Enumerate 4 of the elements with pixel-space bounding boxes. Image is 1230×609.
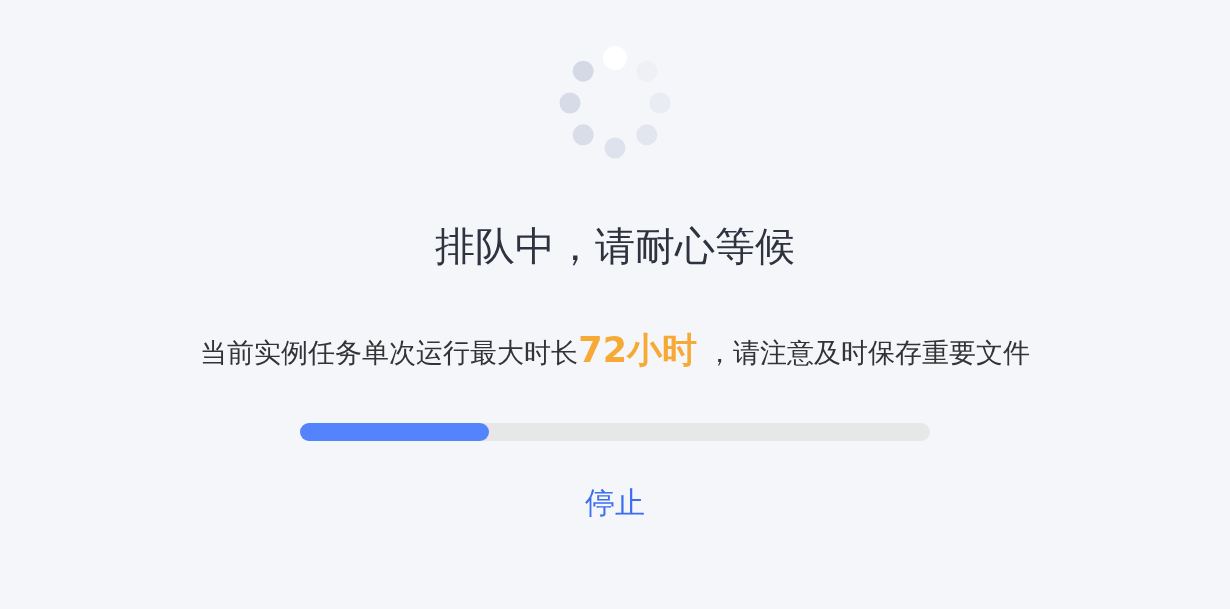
spinner-icon bbox=[558, 46, 672, 160]
notice-text: 当前实例任务单次运行最大时长72小时 ，请注意及时保存重要文件 bbox=[200, 329, 1030, 372]
status-title: 排队中，请耐心等候 bbox=[435, 222, 795, 271]
stop-link[interactable]: 停止 bbox=[581, 479, 649, 528]
